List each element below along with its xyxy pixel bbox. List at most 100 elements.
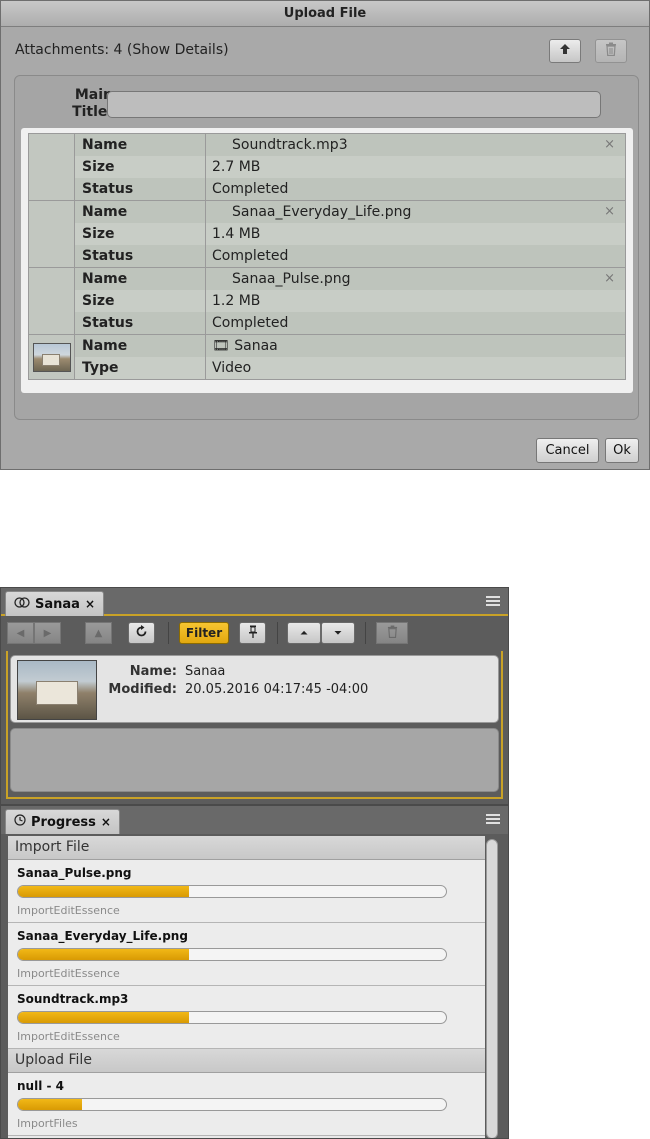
modified-value: 20.05.2016 04:17:45 -04:00 xyxy=(185,682,369,697)
back-button[interactable]: ◀ xyxy=(7,622,34,644)
status-key: Status xyxy=(75,178,206,200)
toolbar-separator xyxy=(168,622,169,644)
refresh-button[interactable] xyxy=(128,622,155,644)
file-status: Completed xyxy=(212,248,289,264)
delete-button[interactable] xyxy=(595,39,627,63)
name-key: Name xyxy=(75,335,206,357)
asset-type: Video xyxy=(212,360,252,376)
upload-arrow-icon xyxy=(559,43,571,59)
attachment-list: Name Soundtrack.mp3 × Size 2.7 MB Status … xyxy=(21,128,633,393)
double-up-icon: ⏶ xyxy=(300,627,308,639)
tab-sanaa[interactable]: Sanaa × xyxy=(5,591,104,616)
forward-button[interactable]: ▶ xyxy=(34,622,61,644)
main-title-input[interactable] xyxy=(107,91,601,118)
ok-button[interactable]: Ok xyxy=(605,438,639,463)
progress-tabbar: Progress × xyxy=(1,806,508,834)
right-arrow-icon: ▶ xyxy=(43,627,52,639)
file-status: Completed xyxy=(212,181,289,197)
up-arrow-icon: ▲ xyxy=(94,627,103,639)
trash-icon xyxy=(387,625,398,641)
dialog-title: Upload File xyxy=(1,1,649,27)
progress-item: Sanaa_Everyday_Life.png ImportEditEssenc… xyxy=(8,923,485,986)
sanaa-content: Name: Sanaa Modified: 20.05.2016 04:17:4… xyxy=(6,651,503,799)
name-key: Name xyxy=(75,268,206,290)
left-arrow-icon: ◀ xyxy=(16,627,25,639)
collapse-all-button[interactable]: ⏶ xyxy=(287,622,321,644)
filter-button[interactable]: Filter xyxy=(179,622,229,644)
upload-file-dialog: Upload File Attachments: 4 (Show Details… xyxy=(0,0,650,470)
asset-name-value: Sanaa xyxy=(185,664,226,679)
tab-progress[interactable]: Progress × xyxy=(5,809,120,834)
attachment-item: Name Soundtrack.mp3 × Size 2.7 MB Status … xyxy=(28,133,626,200)
progress-fill xyxy=(18,1012,190,1023)
thumbnail-cell xyxy=(29,134,75,200)
progress-bar xyxy=(17,948,447,961)
asset-card[interactable]: Name: Sanaa Modified: 20.05.2016 04:17:4… xyxy=(10,655,499,723)
sanaa-panel: Sanaa × ◀ ▶ ▲ Filter ⏶ ⏷ Name: Sanaa Mod… xyxy=(0,587,509,805)
file-name: Sanaa_Everyday_Life.png xyxy=(232,204,412,220)
double-down-icon: ⏷ xyxy=(334,627,342,639)
pin-button[interactable] xyxy=(239,622,266,644)
name-key: Name xyxy=(75,134,206,156)
pin-icon xyxy=(248,625,258,641)
progress-fill xyxy=(18,949,190,960)
file-size: 1.4 MB xyxy=(212,226,261,242)
refresh-icon xyxy=(135,625,148,641)
sanaa-tabbar: Sanaa × xyxy=(1,588,508,616)
file-size: 1.2 MB xyxy=(212,293,261,309)
linked-circles-icon xyxy=(14,593,30,616)
asset-detail-area xyxy=(10,728,499,792)
expand-all-button[interactable]: ⏷ xyxy=(321,622,355,644)
progress-fill xyxy=(18,1099,83,1110)
size-key: Size xyxy=(75,290,206,312)
status-key: Status xyxy=(75,312,206,334)
size-key: Size xyxy=(75,223,206,245)
status-key: Status xyxy=(75,245,206,267)
file-name: Soundtrack.mp3 xyxy=(232,137,348,153)
sanaa-toolbar: ◀ ▶ ▲ Filter ⏶ ⏷ xyxy=(7,620,502,648)
progress-task: ImportEditEssence xyxy=(17,967,120,980)
progress-item-name: Sanaa_Pulse.png xyxy=(17,866,132,880)
clock-icon xyxy=(14,811,26,834)
file-size: 2.7 MB xyxy=(212,159,261,175)
group-header-import-file: Import File xyxy=(8,836,485,860)
panel-menu-icon[interactable] xyxy=(486,594,500,608)
upload-button[interactable] xyxy=(549,39,581,63)
panel-menu-icon[interactable] xyxy=(486,812,500,826)
cancel-button[interactable]: Cancel xyxy=(536,438,599,463)
progress-item-name: Sanaa_Everyday_Life.png xyxy=(17,929,188,943)
progress-item: Soundtrack.mp3 ImportEditEssence xyxy=(8,986,485,1049)
progress-task: ImportEditEssence xyxy=(17,904,120,917)
main-title-label: Main Title: xyxy=(72,87,113,120)
progress-item-name: Soundtrack.mp3 xyxy=(17,992,129,1006)
thumbnail-cell xyxy=(29,335,75,379)
asset-name: 🎞 Sanaa xyxy=(212,338,278,354)
delete-button[interactable] xyxy=(376,622,408,644)
remove-attachment-icon[interactable]: × xyxy=(604,271,615,286)
toolbar-separator xyxy=(277,622,278,644)
progress-item: null - 4 ImportFiles xyxy=(8,1073,485,1136)
attachments-panel: Main Title: Name Soundtrack.mp3 × Size 2.… xyxy=(14,75,639,420)
name-key: Name: xyxy=(129,664,177,679)
up-button[interactable]: ▲ xyxy=(85,622,112,644)
name-key: Name xyxy=(75,201,206,223)
attachment-item: Name Sanaa_Everyday_Life.png × Size 1.4 M… xyxy=(28,200,626,267)
progress-panel: Progress × Import File Sanaa_Pulse.png I… xyxy=(0,805,509,1139)
progress-item: Sanaa_Pulse.png ImportEditEssence xyxy=(8,860,485,923)
close-tab-icon[interactable]: × xyxy=(85,593,95,616)
group-header-upload-file: Upload File xyxy=(8,1049,485,1073)
asset-thumbnail xyxy=(17,660,97,720)
progress-task: ImportEditEssence xyxy=(17,1030,120,1043)
trash-icon xyxy=(605,42,617,60)
progress-bar xyxy=(17,1011,447,1024)
progress-scrollbar[interactable] xyxy=(486,839,498,1138)
modified-key: Modified: xyxy=(108,682,177,697)
attachments-show-details-link[interactable]: Attachments: 4 (Show Details) xyxy=(15,42,229,58)
toolbar-separator xyxy=(365,622,366,644)
remove-attachment-icon[interactable]: × xyxy=(604,137,615,152)
attachment-item: Name Sanaa_Pulse.png × Size 1.2 MB Status… xyxy=(28,267,626,334)
attachment-item: Name 🎞 Sanaa Type Video xyxy=(28,334,626,380)
progress-task: ImportFiles xyxy=(17,1117,78,1130)
close-tab-icon[interactable]: × xyxy=(101,811,111,834)
remove-attachment-icon[interactable]: × xyxy=(604,204,615,219)
